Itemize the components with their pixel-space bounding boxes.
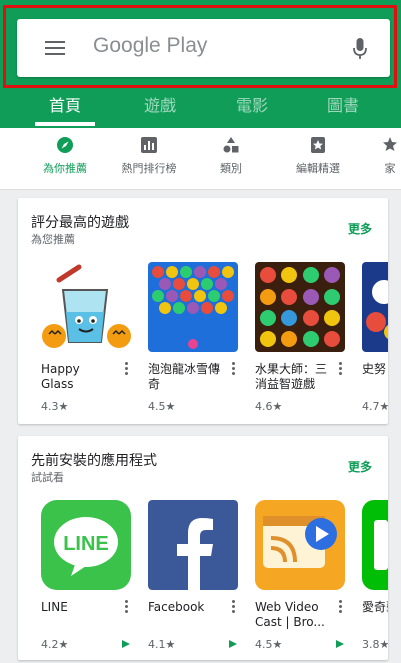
installed-badge-icon: [336, 640, 344, 648]
chart-icon: [141, 137, 157, 153]
section-subtitle: 為您推薦: [31, 233, 75, 246]
fruit-master-icon: [255, 262, 345, 352]
installed-badge-icon: [122, 640, 130, 648]
line-icon: LINE: [41, 500, 131, 590]
app-name: Web Video Cast | Bro...: [255, 600, 325, 629]
happy-glass-icon: [41, 262, 131, 352]
app-card[interactable]: 愛奇藝專用 3.8★: [362, 500, 388, 651]
menu-icon[interactable]: [45, 41, 65, 55]
subnav-for-you[interactable]: 為你推薦: [30, 136, 100, 176]
app-card[interactable]: 水果大師：三消益智遊戲 4.6★: [255, 262, 347, 413]
app-card[interactable]: 史努 4.7★: [362, 262, 388, 413]
app-name: 史努: [362, 362, 387, 376]
app-card[interactable]: Happy Glass 4.3★: [41, 262, 133, 413]
app-card[interactable]: Web Video Cast | Bro... 4.5★: [255, 500, 347, 651]
more-button[interactable]: 更多: [348, 458, 372, 475]
iqiyi-icon: [362, 500, 388, 590]
section-subtitle: 試試看: [31, 471, 64, 484]
tab-books[interactable]: 圖書: [298, 92, 388, 116]
app-card[interactable]: Facebook 4.1★: [148, 500, 240, 651]
search-title: Google Play: [93, 34, 208, 57]
app-rating: 3.8★: [362, 638, 388, 651]
family-icon: [383, 137, 397, 151]
app-rating: 4.5★: [255, 638, 283, 651]
sub-navigation: 為你推薦 熱門排行榜 類別 編輯精選 家: [0, 128, 401, 190]
bubble-game-icon: [148, 262, 238, 352]
app-rating: 4.1★: [148, 638, 176, 651]
app-rating: 4.2★: [41, 638, 69, 651]
overflow-menu-icon[interactable]: [125, 600, 129, 616]
overflow-menu-icon[interactable]: [339, 362, 343, 378]
overflow-menu-icon[interactable]: [339, 600, 343, 616]
section-title: 評分最高的遊戲: [31, 215, 129, 231]
search-bar[interactable]: Google Play: [17, 19, 390, 77]
tab-games[interactable]: 遊戲: [115, 92, 205, 116]
app-rating: 4.5★: [148, 400, 176, 413]
app-name: LINE: [41, 600, 68, 614]
app-rating: 4.6★: [255, 400, 283, 413]
overflow-menu-icon[interactable]: [125, 362, 129, 378]
app-name: 愛奇藝專用: [362, 600, 388, 614]
installed-badge-icon: [229, 640, 237, 648]
app-card[interactable]: LINE LINE 4.2★: [41, 500, 133, 651]
app-name: 泡泡龍冰雪傳奇: [148, 362, 221, 391]
subnav-categories[interactable]: 類別: [196, 136, 266, 176]
tab-home[interactable]: 首頁: [20, 92, 110, 116]
active-tab-indicator: [35, 122, 95, 126]
microphone-icon[interactable]: [352, 37, 368, 61]
app-name: Facebook: [148, 600, 205, 614]
app-name: Happy Glass: [41, 362, 80, 391]
app-name: 水果大師：三消益智遊戲: [255, 362, 328, 391]
main-tabs: 首頁 遊戲 電影 圖書: [0, 84, 401, 124]
subnav-top-charts[interactable]: 熱門排行榜: [114, 136, 184, 176]
overflow-menu-icon[interactable]: [232, 600, 236, 616]
subnav-family[interactable]: 家: [355, 136, 401, 176]
tab-movies[interactable]: 電影: [207, 92, 297, 116]
section-previously-installed: 先前安裝的應用程式 試試看 更多 LINE LINE 4.2★ Facebook…: [18, 436, 388, 660]
app-rating: 4.7★: [362, 400, 388, 413]
subnav-editors-choice[interactable]: 編輯精選: [283, 136, 353, 176]
editors-choice-icon: [311, 137, 325, 153]
section-title: 先前安裝的應用程式: [31, 453, 157, 469]
facebook-icon: [148, 500, 238, 590]
app-card[interactable]: 泡泡龍冰雪傳奇 4.5★: [148, 262, 240, 413]
categories-icon: [223, 137, 239, 153]
overflow-menu-icon[interactable]: [232, 362, 236, 378]
svg-text:LINE: LINE: [63, 533, 109, 555]
more-button[interactable]: 更多: [348, 220, 372, 237]
section-top-rated-games: 評分最高的遊戲 為您推薦 更多 Happy Glass 4.3★ 泡泡龍冰雪傳奇…: [18, 198, 388, 424]
app-header: Google Play 首頁 遊戲 電影 圖書: [0, 0, 401, 140]
compass-icon: [57, 137, 73, 153]
app-rating: 4.3★: [41, 400, 69, 413]
web-video-cast-icon: [255, 500, 345, 590]
snoopy-icon: [362, 262, 388, 352]
